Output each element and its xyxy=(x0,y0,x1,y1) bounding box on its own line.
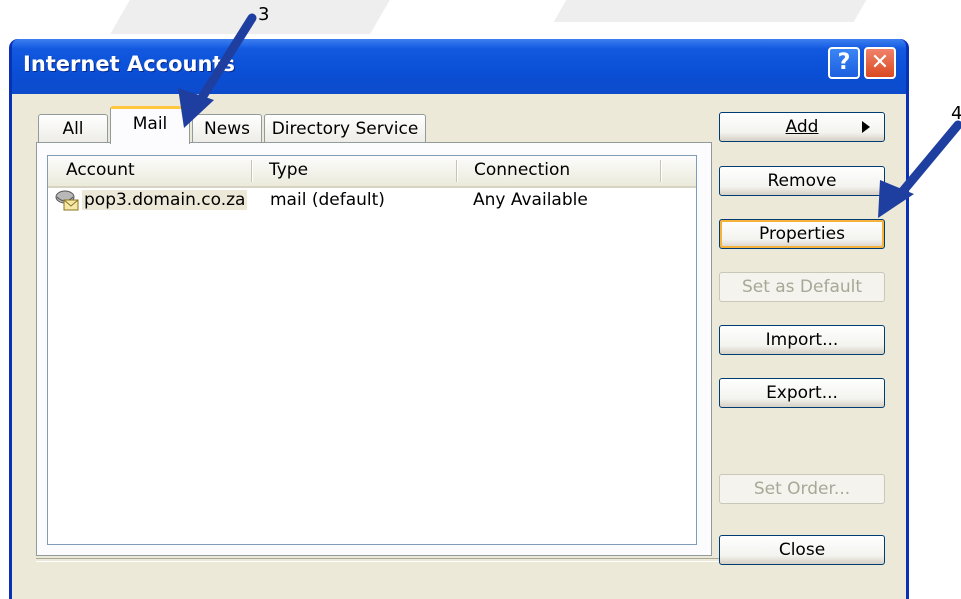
arrow-to-properties xyxy=(893,120,961,202)
annotation-arrows xyxy=(178,13,961,218)
step-number-3: 3 xyxy=(258,4,270,25)
step-number-4: 4 xyxy=(951,103,961,124)
arrow-to-mail-tab xyxy=(193,13,257,109)
